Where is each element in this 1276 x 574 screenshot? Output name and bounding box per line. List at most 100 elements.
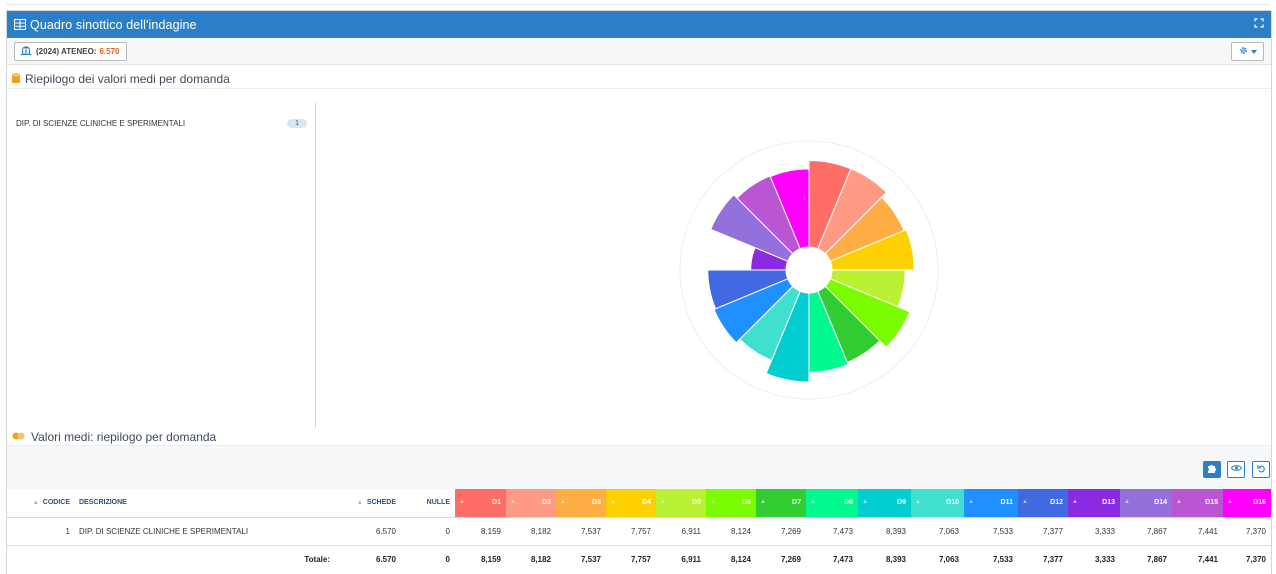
column-header-d3[interactable]: ▲ D3 bbox=[556, 489, 606, 518]
cell-d4: 7,757 bbox=[606, 517, 656, 546]
column-header-label: NULLE bbox=[426, 499, 450, 507]
department-list-item[interactable]: DIP. DI SCIENZE CLINICHE E SPERIMENTALI … bbox=[16, 119, 307, 128]
synoptic-panel: Quadro sinottico dell'indagine (2024) AT… bbox=[6, 10, 1272, 574]
table-header-row: ▲ CODICE DESCRIZIONE ▲ SCHEDE NULLE ▲ D1 ▲ D3… bbox=[7, 489, 1271, 518]
clipboard-icon bbox=[12, 72, 20, 86]
cell-d8: 7,473 bbox=[806, 517, 858, 546]
chart-axis-tick-label: 1 bbox=[803, 196, 806, 202]
section-table-title: Valori medi: riepilogo per domanda bbox=[12, 428, 216, 446]
cell-d9: 8,393 bbox=[858, 517, 911, 546]
column-header-codice[interactable]: ▲ CODICE bbox=[7, 489, 75, 518]
column-header-label: D6 bbox=[742, 499, 751, 507]
cell-d3: 8,182 bbox=[506, 517, 556, 546]
section-divider bbox=[7, 88, 1271, 89]
column-header-d1[interactable]: ▲ D1 bbox=[455, 489, 506, 518]
cell-d14: 7,867 bbox=[1120, 517, 1172, 546]
total-d3: 8,182 bbox=[530, 554, 551, 564]
total-d1: 8,159 bbox=[480, 554, 501, 564]
column-header-d14[interactable]: ▲ D14 bbox=[1120, 489, 1172, 518]
column-header-label: D5 bbox=[692, 499, 701, 507]
department-count-badge: 1 bbox=[287, 119, 307, 128]
column-header-label: D3 bbox=[592, 499, 601, 507]
column-header-label: D13 bbox=[1102, 499, 1115, 507]
column-header-label: D14 bbox=[1154, 499, 1167, 507]
column-header-label: D7 bbox=[792, 499, 801, 507]
grid-toolbar bbox=[7, 446, 1271, 489]
toggle-dots-icon bbox=[12, 432, 26, 443]
column-header-descrizione[interactable]: DESCRIZIONE bbox=[75, 489, 335, 518]
column-header-d5[interactable]: ▲ D5 bbox=[656, 489, 706, 518]
cell-d6: 8,124 bbox=[706, 517, 756, 546]
total-d10: 7,063 bbox=[938, 554, 959, 564]
section1-title-text: Riepilogo dei valori medi per domanda bbox=[25, 72, 230, 86]
panel-titlebar: Quadro sinottico dell'indagine bbox=[7, 11, 1271, 38]
cell-schede: 6.570 bbox=[335, 517, 401, 546]
column-header-label: D12 bbox=[1050, 499, 1063, 507]
total-d9: 8,393 bbox=[885, 554, 906, 564]
ateneo-button[interactable]: (2024) ATENEO: 6.570 bbox=[14, 41, 127, 61]
plugin-button[interactable] bbox=[1203, 461, 1221, 478]
cell-codice: 1 bbox=[7, 517, 75, 546]
eye-icon bbox=[1230, 464, 1242, 475]
column-header-d16[interactable]: ▲ D16 bbox=[1223, 489, 1271, 518]
column-header-d10[interactable]: ▲ D10 bbox=[911, 489, 964, 518]
chart-center-hole bbox=[786, 247, 832, 293]
cell-d7: 7,269 bbox=[756, 517, 806, 546]
total-label: Totale: bbox=[304, 554, 330, 564]
polar-area-chart: 1 bbox=[317, 103, 1271, 433]
cell-d10: 7,063 bbox=[911, 517, 964, 546]
column-header-label: SCHEDE bbox=[366, 499, 396, 507]
column-header-label: CODICE bbox=[42, 499, 70, 507]
caret-down-icon bbox=[1250, 47, 1257, 56]
column-header-label: D10 bbox=[946, 499, 959, 507]
column-header-d8[interactable]: ▲ D8 bbox=[806, 489, 858, 518]
fullscreen-icon[interactable] bbox=[1254, 18, 1264, 31]
column-header-label: D3 bbox=[542, 499, 551, 507]
column-header-label: D9 bbox=[897, 499, 906, 507]
column-header-d4[interactable]: ▲ D4 bbox=[606, 489, 656, 518]
section-average-values-title: Riepilogo dei valori medi per domanda bbox=[12, 70, 230, 88]
column-header-nulle[interactable]: NULLE bbox=[401, 489, 455, 518]
column-header-d13[interactable]: ▲ D13 bbox=[1068, 489, 1120, 518]
cell-d5: 6,911 bbox=[656, 517, 706, 546]
column-header-d15[interactable]: ▲ D15 bbox=[1172, 489, 1223, 518]
cell-empty bbox=[7, 545, 75, 573]
table-row[interactable]: 1 DIP. DI SCIENZE CLINICHE E SPERIMENTAL… bbox=[7, 517, 1271, 546]
total-nulle: 0 bbox=[445, 554, 450, 564]
department-list: DIP. DI SCIENZE CLINICHE E SPERIMENTALI … bbox=[7, 103, 316, 428]
gear-icon bbox=[1239, 46, 1248, 57]
total-d11: 7,533 bbox=[992, 554, 1013, 564]
reset-button[interactable] bbox=[1252, 461, 1270, 478]
cell-d3: 7,537 bbox=[556, 517, 606, 546]
settings-dropdown-button[interactable] bbox=[1231, 41, 1264, 61]
column-header-d3[interactable]: ▲ D3 bbox=[506, 489, 556, 518]
total-schede: 6.570 bbox=[375, 554, 396, 564]
total-d7: 7,269 bbox=[780, 554, 801, 564]
ateneo-value: 6.570 bbox=[99, 46, 120, 56]
column-header-d7[interactable]: ▲ D7 bbox=[756, 489, 806, 518]
university-icon bbox=[21, 45, 31, 57]
top-separator bbox=[6, 4, 1270, 5]
ateneo-label: (2024) ATENEO: bbox=[36, 46, 97, 56]
cell-descrizione: DIP. DI SCIENZE CLINICHE E SPERIMENTALI bbox=[75, 517, 335, 546]
column-header-d11[interactable]: ▲ D11 bbox=[964, 489, 1018, 518]
view-button[interactable] bbox=[1227, 461, 1245, 478]
column-header-d9[interactable]: ▲ D9 bbox=[858, 489, 911, 518]
column-header-label: D15 bbox=[1205, 499, 1218, 507]
column-header-d12[interactable]: ▲ D12 bbox=[1018, 489, 1068, 518]
cell-nulle: 0 bbox=[401, 517, 455, 546]
column-header-label: D16 bbox=[1253, 499, 1266, 507]
column-header-label: D1 bbox=[492, 499, 501, 507]
column-header-label: D11 bbox=[1000, 499, 1013, 507]
section2-title-text: Valori medi: riepilogo per domanda bbox=[31, 430, 217, 444]
cell-d1: 8,159 bbox=[455, 517, 506, 546]
panel-toolbar: (2024) ATENEO: 6.570 bbox=[7, 38, 1271, 65]
column-header-d6[interactable]: ▲ D6 bbox=[706, 489, 756, 518]
column-header-schede[interactable]: ▲ SCHEDE bbox=[335, 489, 401, 518]
total-d15: 7,441 bbox=[1197, 554, 1218, 564]
column-header-label: DESCRIZIONE bbox=[79, 499, 127, 507]
cell-d11: 7,533 bbox=[964, 517, 1018, 546]
panel-title: Quadro sinottico dell'indagine bbox=[30, 17, 197, 32]
column-header-label: D4 bbox=[642, 499, 651, 507]
cell-d12: 7,377 bbox=[1018, 517, 1068, 546]
